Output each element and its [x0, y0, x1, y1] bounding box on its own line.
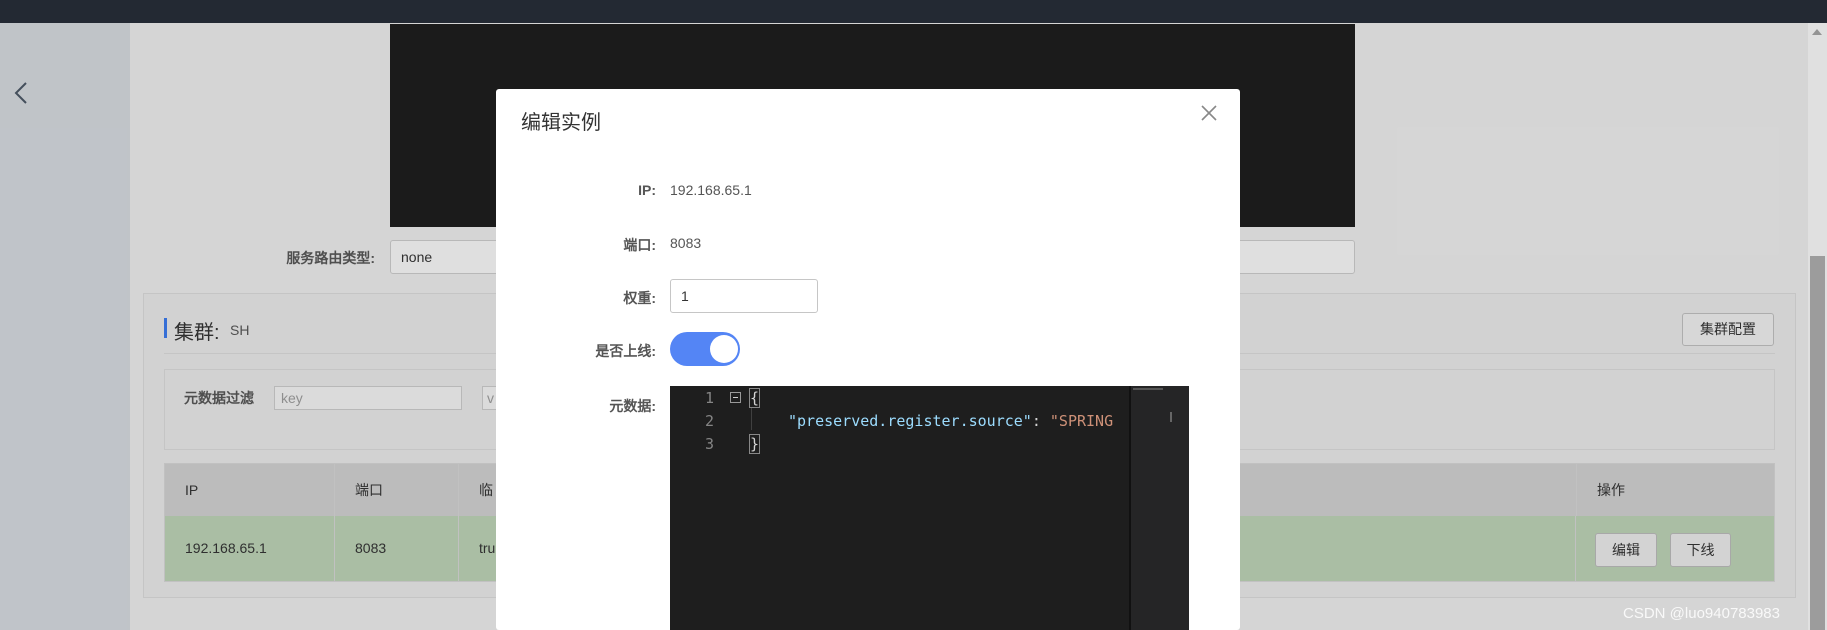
port-value: 8083: [670, 235, 702, 251]
dialog-title: 编辑实例: [521, 112, 601, 134]
metadata-label: 元数据:: [609, 398, 656, 414]
line-number: 3: [704, 435, 714, 453]
minimap-slider: [1133, 388, 1163, 390]
code-key: "preserved.register.source": [788, 412, 1032, 430]
ip-value: 192.168.65.1: [670, 182, 752, 198]
fold-minus-icon[interactable]: [730, 392, 741, 403]
weight-input[interactable]: 1: [670, 279, 818, 313]
ip-label: IP:: [638, 182, 656, 198]
code-colon: :: [1031, 412, 1050, 430]
line-number: 1: [704, 389, 714, 407]
close-icon[interactable]: [1199, 103, 1219, 123]
toggle-knob: [710, 335, 738, 363]
code-brace-open: {: [748, 388, 761, 408]
code-value: "SPRING: [1049, 412, 1114, 430]
edit-instance-dialog: 编辑实例 IP: 192.168.65.1 端口: 8083 权重: 1 是否上…: [496, 89, 1240, 630]
watermark: CSDN @luo940783983: [1623, 605, 1780, 622]
editor-scroll-indicator: [1170, 412, 1172, 422]
weight-label: 权重:: [623, 290, 656, 306]
metadata-code-editor[interactable]: 1 2 3 { "preserved.register.source": "SP…: [670, 386, 1189, 630]
line-number: 2: [704, 412, 714, 430]
code-brace-close: }: [748, 434, 761, 454]
indent-guide: [751, 408, 752, 430]
online-toggle[interactable]: [670, 332, 740, 366]
online-label: 是否上线:: [595, 343, 656, 359]
port-label: 端口:: [623, 237, 656, 253]
editor-minimap[interactable]: [1129, 386, 1189, 630]
